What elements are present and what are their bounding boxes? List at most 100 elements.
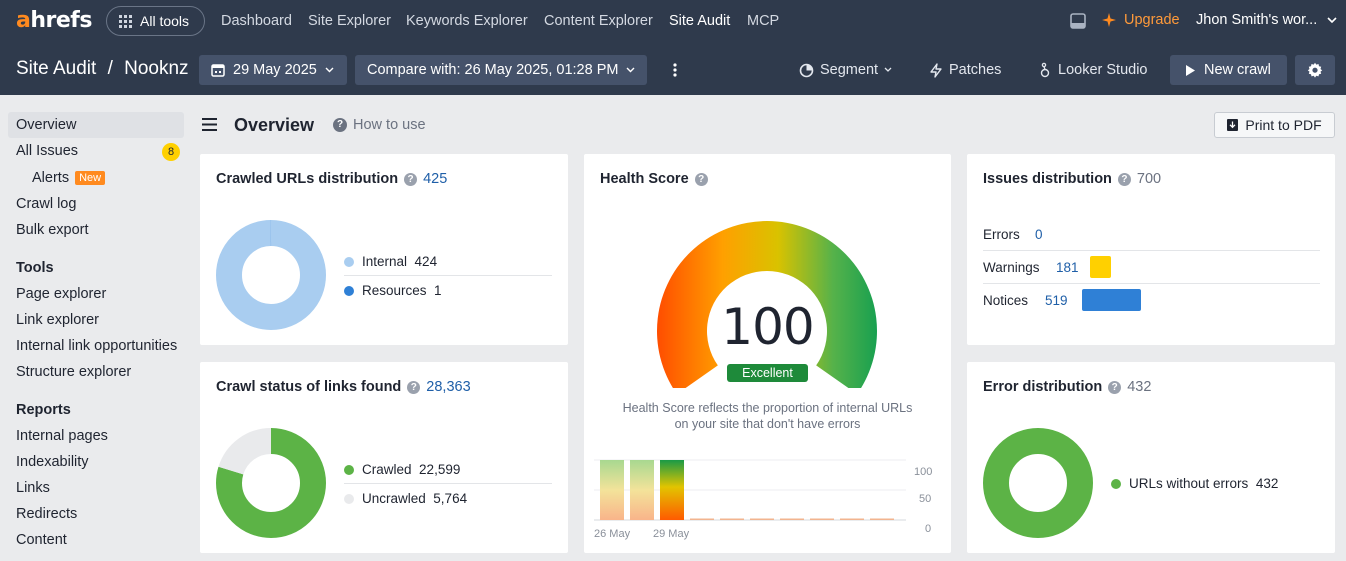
issue-value[interactable]: 0: [1035, 227, 1043, 242]
breadcrumb-site-audit[interactable]: Site Audit: [16, 58, 96, 79]
legend-value: 22,599: [419, 462, 461, 477]
crawl-status-card: Crawl status of links found ? 28,363 Cra…: [200, 362, 568, 553]
sidebar-item-page-explorer[interactable]: Page explorer: [16, 286, 106, 302]
legend-value: 1: [434, 283, 442, 298]
legend-value: 424: [414, 254, 438, 269]
issue-value[interactable]: 519: [1045, 293, 1068, 308]
x-label-26-may: 26 May: [594, 528, 631, 540]
pie-chart-icon: [799, 63, 814, 77]
ahrefs-logo[interactable]: ahrefs: [16, 8, 92, 33]
crawl-status-title: Crawl status of links found ? 28,363: [216, 379, 471, 395]
health-bar-empty: [870, 518, 894, 520]
new-badge: New: [75, 171, 106, 185]
issue-row-errors[interactable]: Errors 0: [983, 227, 1043, 242]
nav-dashboard[interactable]: Dashboard: [221, 13, 292, 29]
crawled-total-link[interactable]: 425: [423, 171, 447, 187]
health-bar[interactable]: [630, 460, 654, 520]
legend-crawled[interactable]: Crawled 22,599: [344, 462, 460, 477]
new-crawl-button[interactable]: New crawl: [1170, 55, 1287, 85]
health-bar[interactable]: [660, 460, 684, 520]
legend-internal[interactable]: Internal 424: [344, 254, 437, 269]
sidebar-item-internal-link-opportunities[interactable]: Internal link opportunities: [16, 338, 177, 354]
card-title-text: Crawl status of links found: [216, 379, 402, 395]
help-icon[interactable]: ?: [407, 380, 421, 394]
segment-label: Segment: [820, 62, 879, 78]
page-title: Overview: [234, 115, 315, 135]
legend-value: 5,764: [433, 491, 468, 506]
sidebar-item-indexability[interactable]: Indexability: [16, 454, 89, 470]
nav-site-explorer[interactable]: Site Explorer: [308, 13, 391, 29]
breadcrumb-project: Nooknz: [124, 58, 189, 79]
sidebar-item-all-issues[interactable]: All Issues: [16, 143, 78, 159]
nav-keywords-explorer[interactable]: Keywords Explorer: [406, 13, 528, 29]
account-menu[interactable]: Jhon Smith's wor...: [1196, 12, 1317, 28]
health-bar-empty: [840, 518, 864, 520]
crawled-urls-title: Crawled URLs distribution ? 425: [216, 171, 447, 187]
divider: [344, 483, 552, 484]
calendar-icon: [211, 64, 225, 77]
more-vertical-icon[interactable]: [672, 62, 678, 78]
card-title-text: Issues distribution: [983, 171, 1112, 187]
sidebar-item-redirects[interactable]: Redirects: [16, 506, 77, 522]
legend-resources[interactable]: Resources 1: [344, 283, 442, 298]
segment-dropdown[interactable]: Segment: [799, 62, 892, 78]
nav-content-explorer[interactable]: Content Explorer: [544, 13, 653, 29]
crawled-urls-card: Crawled URLs distribution ? 425 Internal…: [200, 154, 568, 345]
looker-studio-button[interactable]: Looker Studio: [1038, 62, 1147, 78]
crawl-status-total-link[interactable]: 28,363: [426, 379, 470, 395]
sidebar-item-structure-explorer[interactable]: Structure explorer: [16, 364, 131, 380]
all-tools-button[interactable]: All tools: [106, 6, 205, 36]
issue-row-notices[interactable]: Notices 519: [983, 293, 1068, 308]
help-icon[interactable]: ?: [1108, 380, 1122, 394]
divider: [983, 283, 1320, 284]
alerts-label: Alerts: [32, 170, 70, 186]
help-icon[interactable]: ?: [1117, 172, 1131, 186]
health-bar-empty: [690, 518, 714, 520]
help-icon[interactable]: ?: [404, 172, 418, 186]
legend-uncrawled[interactable]: Uncrawled 5,764: [344, 491, 467, 506]
health-score-title: Health Score ?: [600, 171, 708, 187]
how-to-use-label: How to use: [353, 117, 426, 133]
inbox-icon[interactable]: [1070, 13, 1086, 29]
nav-site-audit[interactable]: Site Audit: [669, 13, 730, 29]
crawled-donut-chart: [216, 220, 326, 330]
notices-bar: [1082, 289, 1141, 311]
upgrade-link[interactable]: Upgrade: [1124, 12, 1180, 28]
compare-selector[interactable]: Compare with: 26 May 2025, 01:28 PM: [355, 55, 647, 85]
date-selector[interactable]: 29 May 2025: [199, 55, 347, 85]
sidebar-item-overview[interactable]: Overview: [8, 112, 184, 138]
sidebar-item-crawl-log[interactable]: Crawl log: [16, 196, 76, 212]
legend-dot: [344, 256, 354, 267]
slice-urls-without-errors[interactable]: [983, 428, 1093, 538]
sidebar-item-internal-pages[interactable]: Internal pages: [16, 428, 108, 444]
error-distribution-card: Error distribution ? 432 URLs without er…: [967, 362, 1335, 553]
sidebar-item-alerts[interactable]: Alerts New: [32, 170, 106, 186]
how-to-use-link[interactable]: ? How to use: [333, 117, 426, 133]
chevron-down-icon: [884, 67, 892, 72]
legend-label: Uncrawled: [362, 491, 426, 506]
sidebar-heading-tools: Tools: [16, 260, 54, 276]
legend-dot: [344, 493, 354, 504]
sidebar-item-links[interactable]: Links: [16, 480, 50, 496]
sidebar-item-bulk-export[interactable]: Bulk export: [16, 222, 89, 238]
help-icon[interactable]: ?: [694, 172, 708, 186]
gear-icon: [1307, 62, 1323, 78]
patches-button[interactable]: Patches: [929, 62, 1001, 78]
looker-label: Looker Studio: [1058, 62, 1148, 78]
issue-row-warnings[interactable]: Warnings 181: [983, 260, 1079, 275]
legend-urls-without-errors[interactable]: URLs without errors 432: [1111, 476, 1278, 491]
print-to-pdf-button[interactable]: Print to PDF: [1214, 112, 1335, 138]
health-score-card: Health Score ? 100 Excellent Health Scor…: [584, 154, 951, 553]
issues-distribution-title: Issues distribution ? 700: [983, 171, 1161, 187]
sidebar-item-content[interactable]: Content: [16, 532, 67, 548]
patches-label: Patches: [949, 62, 1002, 78]
nav-mcp[interactable]: MCP: [747, 13, 779, 29]
health-bar[interactable]: [600, 460, 624, 520]
settings-button[interactable]: [1295, 55, 1335, 85]
chevron-down-icon: [1327, 17, 1337, 24]
card-title-text: Health Score: [600, 171, 689, 187]
issue-value[interactable]: 181: [1056, 260, 1079, 275]
menu-icon[interactable]: [202, 118, 217, 131]
sidebar-item-link-explorer[interactable]: Link explorer: [16, 312, 99, 328]
sparkle-icon: [1102, 13, 1116, 27]
